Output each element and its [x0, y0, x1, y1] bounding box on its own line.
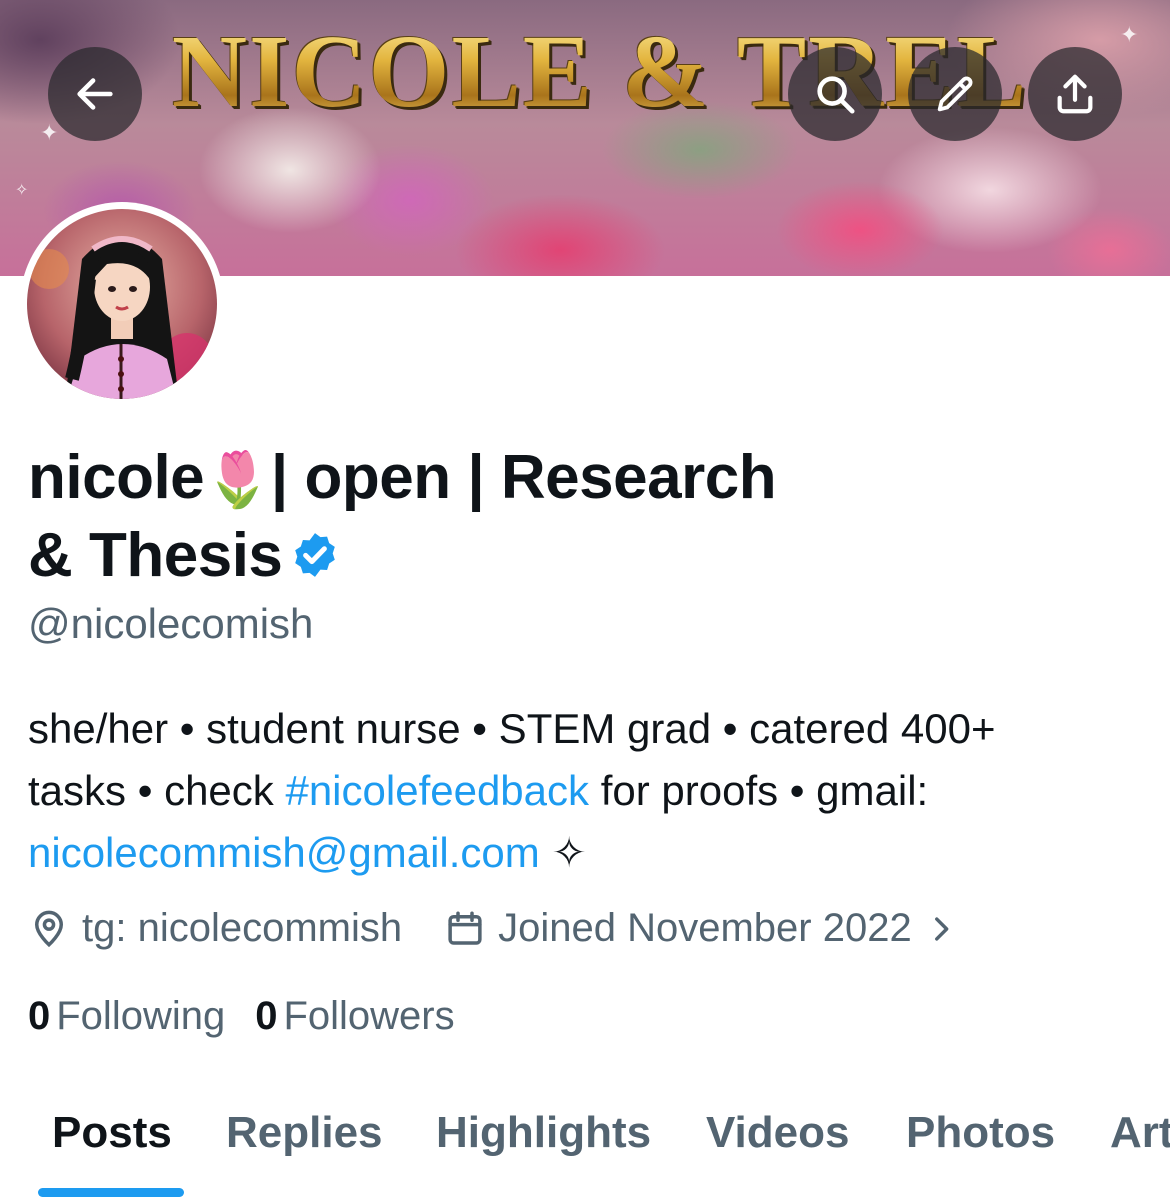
display-name-text: | open | Research: [270, 443, 777, 512]
tab-videos[interactable]: Videos: [706, 1108, 849, 1158]
following-count: 0: [28, 994, 51, 1038]
location-text: tg: nicolecommish: [82, 906, 403, 950]
profile-meta: tg: nicolecommish Joined November 2022: [28, 906, 958, 951]
bio: she/her • student nurse • STEM grad • ca…: [28, 698, 1138, 884]
tab-replies[interactable]: Replies: [226, 1108, 383, 1158]
joined-item[interactable]: Joined November 2022: [444, 906, 958, 951]
location-pin-icon: [34, 910, 64, 947]
tulip-emoji: 🌷: [204, 450, 271, 510]
display-name: nicole🌷| open | Research & Thesis: [28, 440, 848, 594]
avatar-image: [27, 209, 217, 399]
back-button[interactable]: [48, 47, 142, 141]
active-tab-indicator: [38, 1188, 184, 1197]
share-button[interactable]: [1028, 47, 1122, 141]
joined-text: Joined November 2022: [498, 906, 912, 950]
tab-photos[interactable]: Photos: [906, 1108, 1055, 1158]
bio-text: for proofs • gmail:: [589, 767, 929, 814]
tab-highlights[interactable]: Highlights: [436, 1108, 651, 1158]
following-link[interactable]: 0 Following: [28, 994, 225, 1039]
followers-link[interactable]: 0 Followers: [255, 994, 454, 1039]
location-item: tg: nicolecommish: [28, 906, 402, 951]
chevron-right-icon: [934, 916, 949, 941]
arrow-left-icon: [77, 78, 113, 110]
sparkle-decoration: ✧: [15, 182, 29, 199]
display-name-text: nicole: [28, 443, 205, 512]
following-label: Following: [56, 994, 226, 1038]
hashtag-link[interactable]: #nicolefeedback: [285, 767, 589, 814]
verified-badge-icon[interactable]: [290, 530, 340, 580]
tab-articles[interactable]: Articles: [1110, 1108, 1170, 1158]
email-link[interactable]: nicolecommish@gmail.com: [28, 829, 540, 876]
bio-text: ✧: [539, 829, 587, 876]
edit-button[interactable]: [908, 47, 1002, 141]
tab-posts[interactable]: Posts: [52, 1108, 172, 1158]
sparkle-decoration: ✦: [1120, 22, 1139, 47]
avatar[interactable]: [20, 202, 224, 406]
bio-text: she/her • student nurse • STEM grad • ca…: [28, 705, 996, 752]
display-name-text: & Thesis: [28, 521, 283, 590]
share-icon: [1057, 74, 1093, 114]
bio-text: tasks • check: [28, 767, 286, 814]
followers-count: 0: [255, 994, 278, 1038]
user-handle: @nicolecomish: [28, 600, 314, 647]
pencil-icon: [937, 76, 973, 112]
search-button[interactable]: [788, 47, 882, 141]
sparkle-decoration: ✦: [40, 120, 59, 145]
search-icon: [817, 76, 855, 114]
follow-stats: 0 Following 0 Followers: [28, 994, 455, 1039]
calendar-icon: [448, 911, 482, 945]
profile-tabs: Posts Replies Highlights Videos Photos A…: [0, 1100, 1170, 1197]
followers-label: Followers: [283, 994, 455, 1038]
